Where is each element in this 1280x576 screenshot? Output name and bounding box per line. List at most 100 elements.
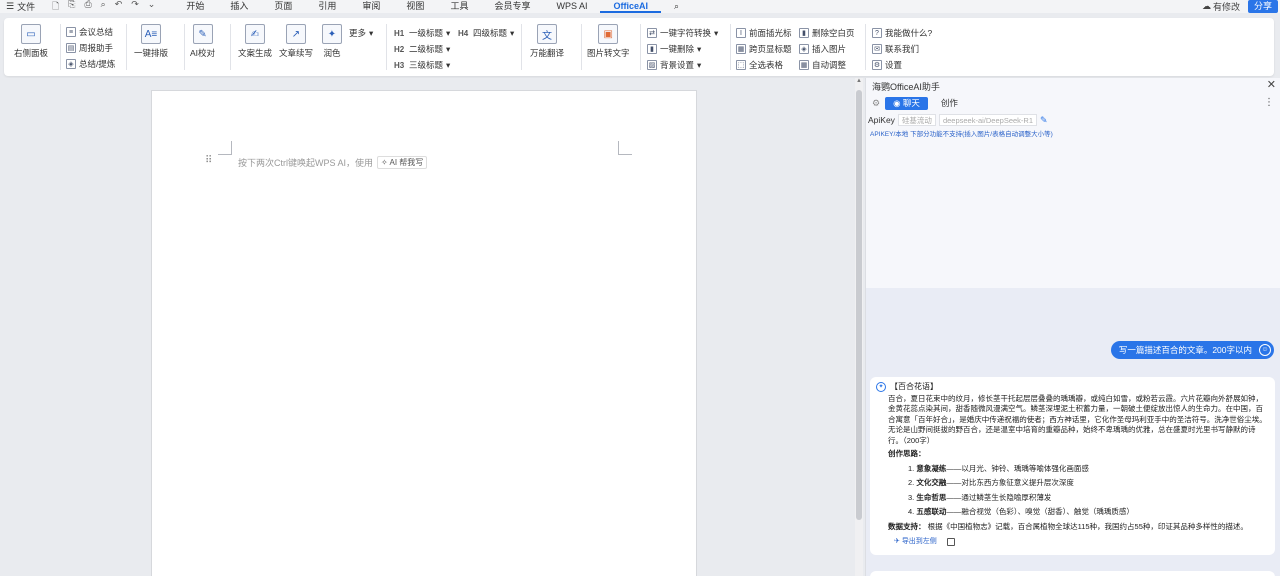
chevron-down-icon[interactable]: ⌄ [148, 0, 156, 15]
translate-label: 万能翻译 [530, 48, 565, 58]
chevron-down-icon: ▾ [446, 59, 451, 70]
settings-icon[interactable]: ⚙ [872, 98, 880, 109]
model-select[interactable]: deepseek-ai/DeepSeek-R1 [938, 114, 1037, 126]
search-icon[interactable]: ⌕ [661, 0, 692, 13]
apikey-label: ApiKey [868, 115, 895, 125]
ai-help-write-label: AI 帮我写 [389, 158, 424, 167]
new-file-icon[interactable]: 🗋 [52, 0, 59, 15]
print-preview-icon[interactable]: ⌕ [101, 0, 106, 15]
copy-icon[interactable] [946, 538, 955, 547]
tab-home[interactable]: 开始 [173, 0, 217, 13]
tab-member[interactable]: 会员专享 [481, 0, 543, 13]
polish-button[interactable]: ✦ 润色 [322, 24, 342, 59]
chevron-down-icon: ▾ [446, 27, 451, 38]
save-icon[interactable]: ⎘ [68, 0, 75, 15]
chevron-down-icon: ▾ [510, 27, 515, 38]
settings-button[interactable]: ⚙ 设置 [872, 59, 902, 71]
tab-wps-ai[interactable]: WPS AI [543, 0, 600, 13]
insert-image-button[interactable]: ◈ 插入图片 [799, 43, 846, 55]
ai-response-card: ✦ 【百合花语】 百合，夏日花束中的纹月，修长茎干托起层层叠叠的瑀瑀瓣，或纯白如… [870, 377, 1275, 555]
more-button[interactable]: 更多 ▾ [349, 27, 373, 39]
divider [126, 24, 127, 70]
ai-proofread-button[interactable]: ✎ AI校对 [190, 24, 215, 59]
hamburger-icon: ☰ [6, 1, 15, 11]
tab-references[interactable]: 引用 [305, 0, 349, 13]
list-item: 3. 生命哲思——通过鳞茎生长隐喻厚积薄发 [908, 493, 1269, 504]
redo-icon[interactable]: ↷ [131, 0, 139, 15]
file-menu[interactable]: ☰ 文件 [0, 0, 48, 13]
ideas-title: 创作思路： [888, 449, 926, 458]
h1-button[interactable]: H1 一级标题 ▾ [394, 27, 450, 39]
img-to-text-button[interactable]: ▣ 图片转文字 [587, 24, 630, 59]
provider-select[interactable]: 硅基流动 [897, 114, 936, 126]
tab-officeai[interactable]: OfficeAI [600, 0, 661, 13]
list-item-text: ——以月光、钟铃、瑀瑀等喻体强化画面感 [946, 463, 1089, 473]
one-click-delete-label: 一键删除 [660, 44, 695, 54]
copy-continue-button[interactable]: ↗ 文章续写 [279, 24, 313, 59]
contact-icon: ✉ [872, 44, 882, 54]
tab-chat[interactable]: ◉ 聊天 [885, 97, 928, 110]
select-table-button[interactable]: ⬚ 全选表格 [736, 59, 783, 71]
polish-icon: ✦ [322, 24, 342, 44]
tab-create[interactable]: 创作 [933, 97, 966, 110]
settings-label: 设置 [885, 60, 903, 70]
list-item-text: ——对比东西方象征意义提升层次深度 [946, 478, 1074, 487]
ai-avatar-icon: ✦ [876, 382, 886, 392]
front-highlight-button[interactable]: I 前面插光标 [736, 27, 792, 39]
front-highlight-label: 前面插光标 [749, 28, 792, 38]
document-scrollbar[interactable]: ▲ [855, 78, 863, 576]
share-button[interactable]: 分享 [1247, 0, 1278, 13]
close-icon[interactable]: ✕ [1267, 78, 1276, 91]
undo-icon[interactable]: ↶ [115, 0, 123, 15]
user-message-text: 写一篇描述百合的文章。200字以内 [1118, 345, 1252, 355]
gear-icon: ⚙ [872, 60, 882, 70]
copy-generate-button[interactable]: ✍ 文案生成 [238, 24, 272, 59]
summary-extract-button[interactable]: ◈ 总结/提炼 [66, 58, 115, 70]
tab-insert[interactable]: 插入 [217, 0, 261, 13]
data-support-label: 数据支持： [888, 521, 926, 531]
panel-tabs: ⚙ ◉ 聊天 创作 [872, 97, 966, 110]
scroll-up-icon[interactable]: ▲ [855, 78, 863, 84]
ai-response-body: 百合，夏日花束中的纹月，修长茎干托起层层叠叠的瑀瑀瓣，或纯白如雪，或粉若云霞。六… [888, 393, 1267, 445]
tab-tools[interactable]: 工具 [437, 0, 481, 13]
one-click-layout-button[interactable]: A≡ 一键排版 [134, 24, 168, 59]
file-menu-label: 文件 [17, 2, 36, 12]
contact-us-button[interactable]: ✉ 联系我们 [872, 43, 919, 55]
translate-button[interactable]: 文 万能翻译 [530, 24, 564, 59]
modified-status[interactable]: ☁ 有修改 [1202, 0, 1240, 13]
char-convert-button[interactable]: ⇄ 一键字符转换 ▾ [647, 27, 718, 39]
more-options-icon[interactable]: ⋮ [1264, 97, 1274, 108]
edit-icon[interactable]: ✎ [1040, 115, 1048, 126]
ai-help-write-button[interactable]: ✧ AI 帮我写 [377, 156, 428, 169]
what-can-i-do-label: 我能做什么? [885, 28, 933, 38]
tab-view[interactable]: 视图 [393, 0, 437, 13]
delete-icon: ▮ [647, 44, 657, 54]
modified-label: 有修改 [1212, 2, 1240, 12]
delete-blank-page-button[interactable]: ▮ 删除空白页 [799, 27, 855, 39]
bg-settings-button[interactable]: ▨ 背景设置 ▾ [647, 59, 701, 71]
generate-icon: ✍ [245, 24, 265, 44]
right-panel-button[interactable]: ▭ 右侧面板 [14, 24, 48, 59]
contact-us-label: 联系我们 [885, 44, 920, 54]
meeting-summary-button[interactable]: ≡ 会议总结 [66, 26, 113, 38]
more-label: 更多 [349, 28, 367, 38]
scrollbar-thumb[interactable] [856, 90, 862, 520]
list-number: 4. [908, 507, 915, 516]
cross-page-header-button[interactable]: ▦ 跨页显标题 [736, 43, 792, 55]
export-left-button[interactable]: ✈ 导出到左侧 [894, 537, 937, 548]
h4-button[interactable]: H4 四级标题 ▾ [458, 27, 514, 39]
document-page[interactable]: ⠿ 按下两次Ctrl键唤起WPS AI，使用 ✧ AI 帮我写 [151, 90, 697, 576]
weekly-report-button[interactable]: ▤ 周报助手 [66, 42, 113, 54]
menubar-right: ☁ 有修改 分享 [1202, 0, 1280, 13]
auto-adjust-button[interactable]: ▦ 自动调整 [799, 59, 846, 71]
h2-button[interactable]: H2 二级标题 ▾ [394, 43, 450, 55]
chevron-down-icon: ▾ [369, 27, 374, 38]
export-left-label: 导出到左侧 [901, 538, 937, 545]
what-can-i-do-button[interactable]: ? 我能做什么? [872, 27, 932, 39]
h3-button[interactable]: H3 三级标题 ▾ [394, 59, 450, 71]
one-click-delete-button[interactable]: ▮ 一键删除 ▾ [647, 43, 701, 55]
print-icon[interactable]: ⎙ [84, 0, 91, 15]
tab-review[interactable]: 审阅 [349, 0, 393, 13]
tab-page[interactable]: 页面 [261, 0, 305, 13]
drag-handle-icon[interactable]: ⠿ [205, 155, 212, 166]
